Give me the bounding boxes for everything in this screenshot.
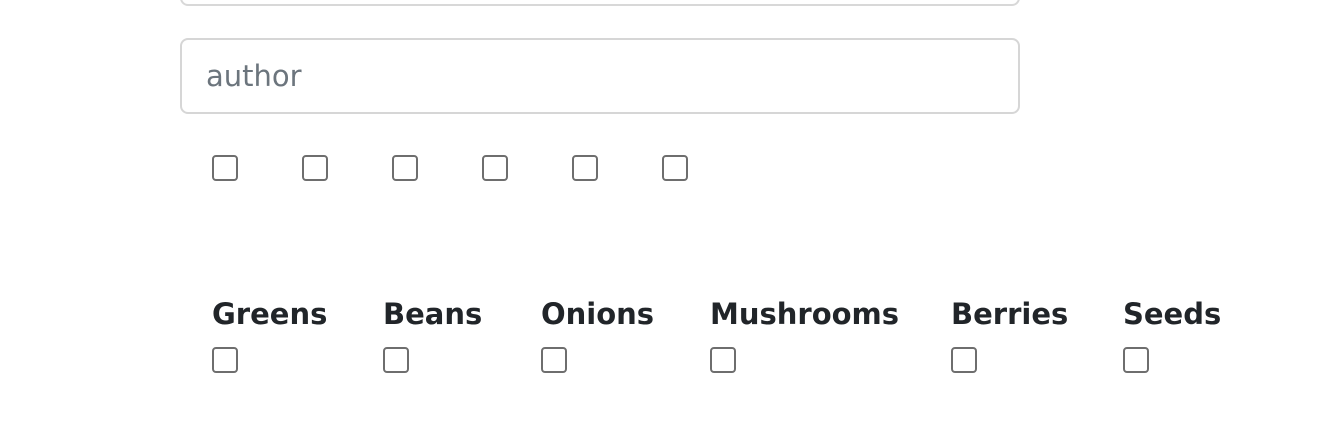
top-input-field[interactable] <box>180 0 1020 6</box>
food-option-mushrooms: Mushrooms <box>710 296 899 373</box>
food-label: Seeds <box>1123 297 1222 331</box>
onions-checkbox[interactable] <box>541 347 567 373</box>
food-option-seeds: Seeds <box>1123 296 1221 373</box>
greens-checkbox[interactable] <box>212 347 238 373</box>
food-option-greens: Greens <box>212 296 327 373</box>
food-label: Greens <box>212 297 328 331</box>
food-option-beans: Beans <box>383 296 482 373</box>
checkbox-1[interactable] <box>212 155 238 181</box>
food-option-onions: Onions <box>541 296 654 373</box>
food-label: Onions <box>541 297 655 331</box>
checkbox-3[interactable] <box>392 155 418 181</box>
checkbox-2[interactable] <box>302 155 328 181</box>
checkbox-6[interactable] <box>662 155 688 181</box>
author-input[interactable] <box>180 38 1020 114</box>
food-label: Beans <box>383 297 483 331</box>
berries-checkbox[interactable] <box>951 347 977 373</box>
beans-checkbox[interactable] <box>383 347 409 373</box>
seeds-checkbox[interactable] <box>1123 347 1149 373</box>
checkbox-5[interactable] <box>572 155 598 181</box>
checkbox-4[interactable] <box>482 155 508 181</box>
food-label: Mushrooms <box>710 297 900 331</box>
food-option-berries: Berries <box>951 296 1068 373</box>
food-label: Berries <box>951 297 1069 331</box>
mushrooms-checkbox[interactable] <box>710 347 736 373</box>
